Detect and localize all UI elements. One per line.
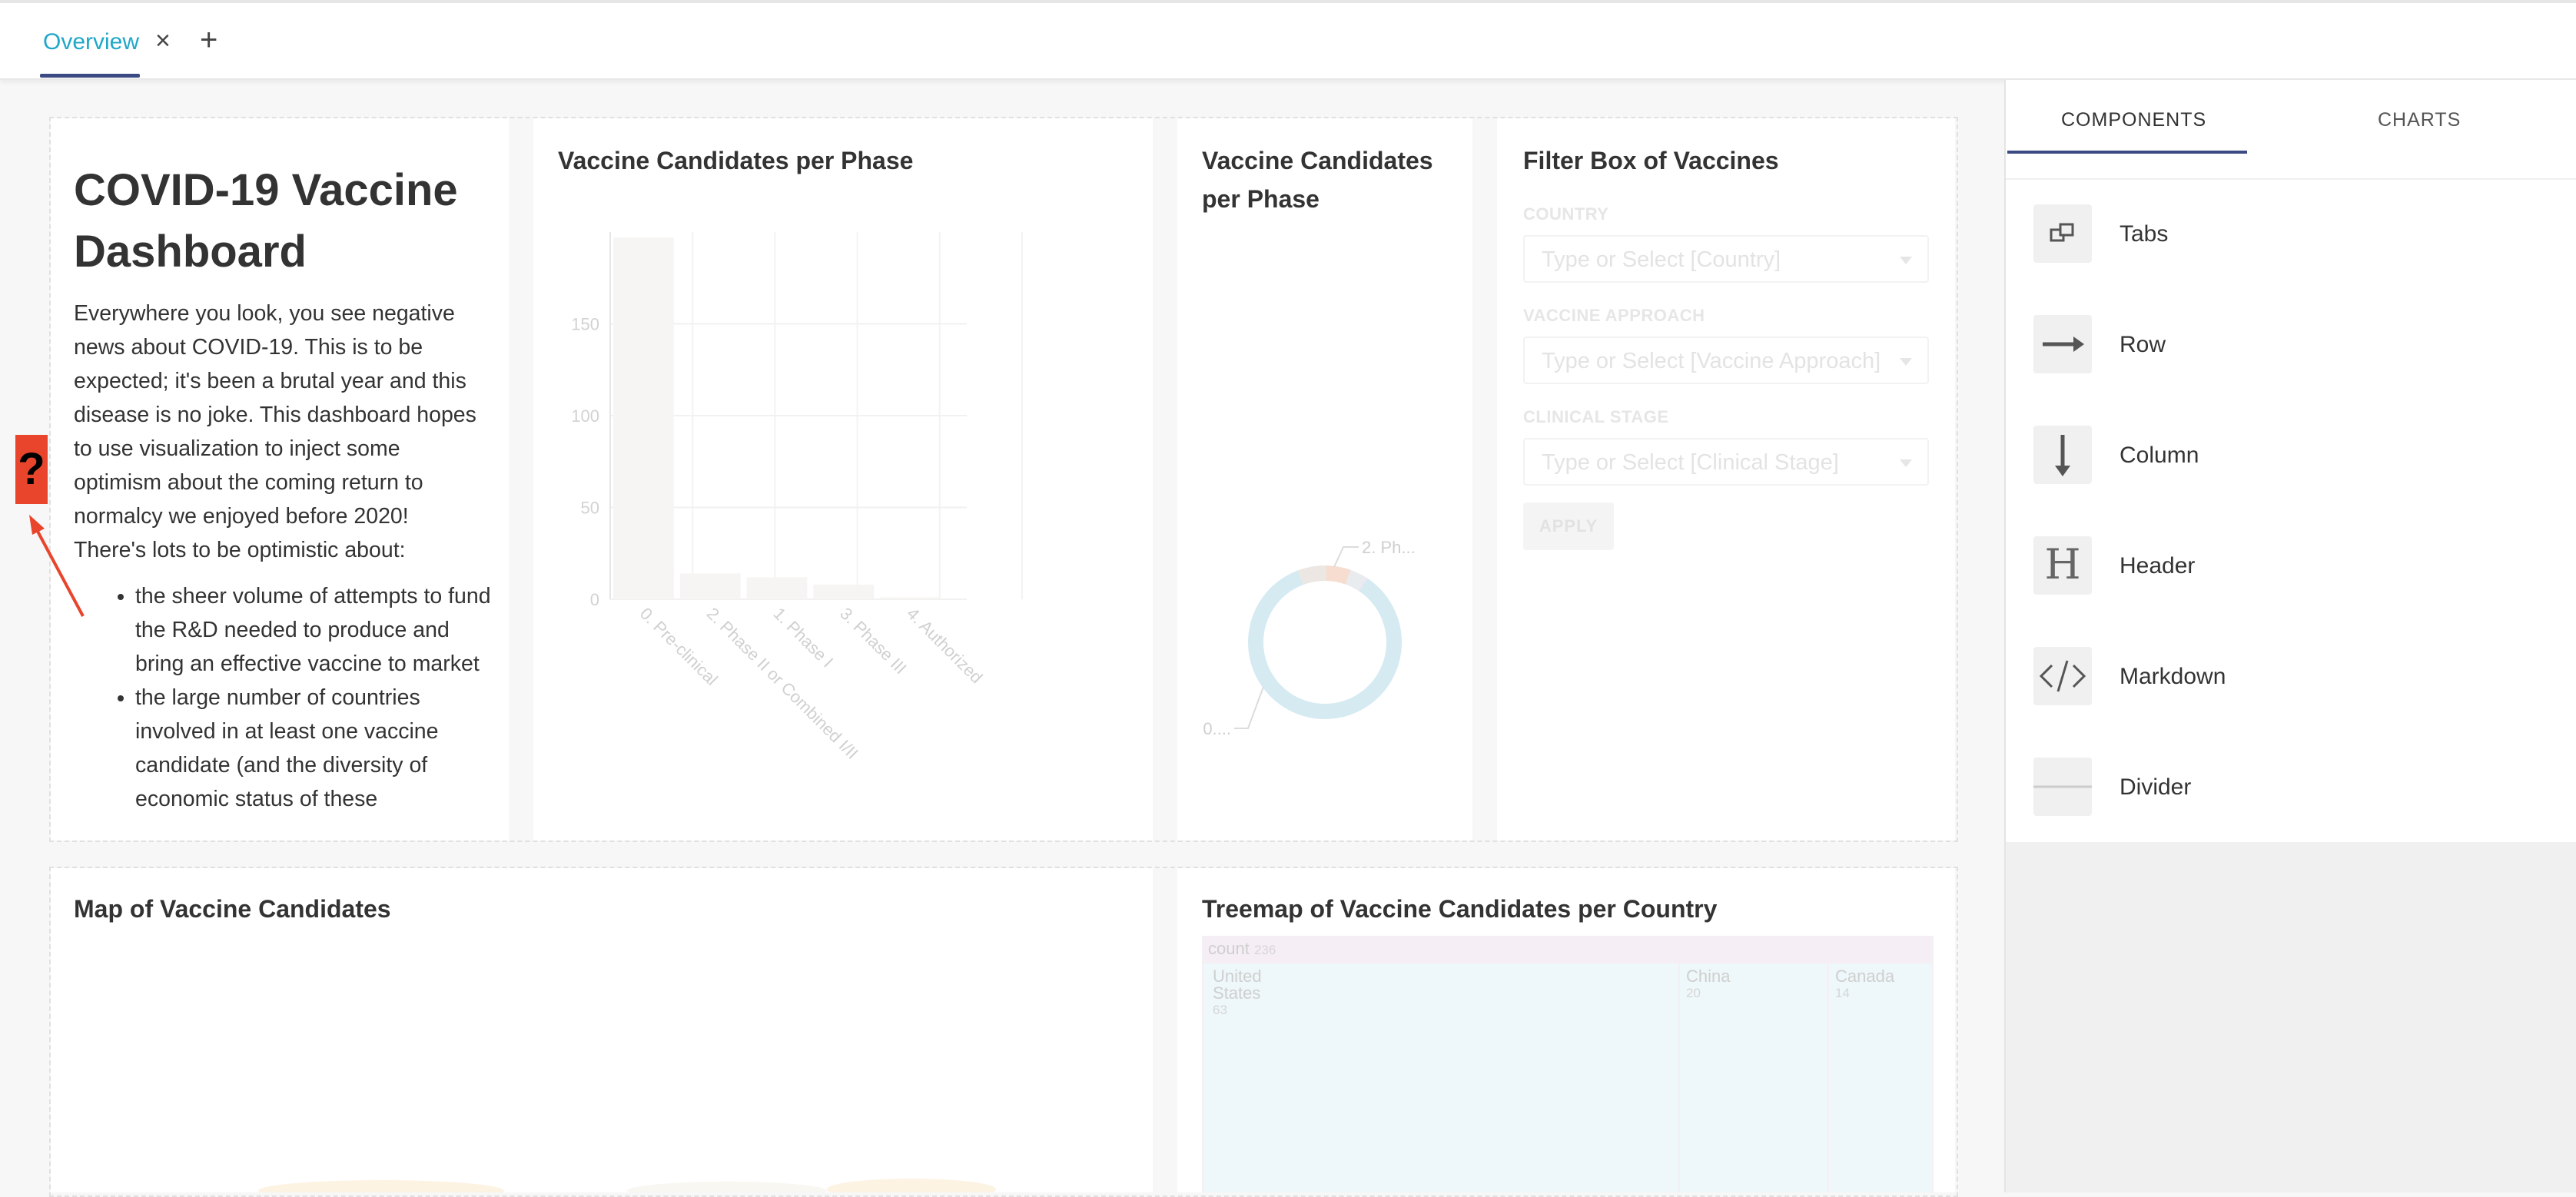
divider-icon [2033, 758, 2092, 816]
component-divider[interactable]: Divider [2033, 758, 2571, 819]
treemap-node-china[interactable]: China 20 [1680, 963, 1827, 1192]
map-title: Map of Vaccine Candidates [74, 895, 391, 923]
code-icon [2033, 647, 2092, 705]
component-label: Markdown [2120, 664, 2226, 689]
map-card[interactable]: Map of Vaccine Candidates [51, 868, 1153, 1192]
bar [813, 584, 875, 599]
treemap-node-label: China 20 [1686, 967, 1731, 1001]
component-label: Header [2120, 553, 2196, 579]
treemap-node-label: Canada 14 [1835, 967, 1895, 1001]
bar [746, 577, 808, 599]
tab-charts[interactable]: CHARTS [2378, 109, 2461, 131]
vaccine-approach-placeholder: Type or Select [Vaccine Approach] [1542, 349, 1881, 373]
x-tick-label: 3. Phase III [836, 604, 910, 678]
markdown-intro: Everywhere you look, you see negative ne… [74, 301, 476, 562]
arrow-right-icon [2033, 315, 2092, 373]
slice-label: 0.... [1203, 719, 1231, 738]
filter-box-card[interactable]: Filter Box of Vaccines COUNTRY Type or S… [1497, 118, 1955, 841]
donut-chart: 2. Ph... 0.... [1203, 538, 1416, 738]
component-markdown[interactable]: Markdown [2033, 647, 2571, 708]
treemap-node-label: United States 63 [1213, 967, 1262, 1018]
pointer-arrow-icon [29, 515, 85, 617]
component-label: Tabs [2120, 221, 2169, 247]
component-label: Divider [2120, 774, 2192, 800]
y-tick-label: 100 [571, 406, 599, 426]
tab-components[interactable]: COMPONENTS [2061, 109, 2206, 131]
country-placeholder: Type or Select [Country] [1542, 247, 1781, 272]
component-tabs[interactable]: Tabs [2033, 204, 2571, 266]
markdown-bullet-list: the sheer volume of attempts to fund the… [112, 579, 496, 816]
apply-button[interactable]: APPLY [1523, 502, 1614, 550]
y-tick-label: 0 [590, 590, 599, 609]
clinical-stage-label: CLINICAL STAGE [1523, 407, 1669, 426]
chevron-down-icon [1900, 257, 1912, 264]
help-question-icon[interactable]: ? [15, 435, 48, 504]
y-tick-label: 150 [571, 315, 599, 334]
tabs-icon [2033, 204, 2092, 263]
country-label: COUNTRY [1523, 204, 1609, 224]
component-label: Column [2120, 443, 2199, 468]
svg-text:H: H [2044, 542, 2080, 589]
pie-chart-card[interactable]: Vaccine Candidates per Phase 2. Ph... 0..… [1177, 118, 1472, 841]
builder-panel-content: COMPONENTS CHARTS Tabs Row Column H Head… [2006, 80, 2576, 842]
clinical-stage-select[interactable]: Type or Select [Clinical Stage] [1523, 438, 1929, 486]
header-icon: H [2033, 536, 2092, 595]
treemap-node-united-states[interactable]: United States 63 [1203, 963, 1678, 1192]
component-column[interactable]: Column [2033, 426, 2571, 487]
dashboard-title: COVID-19 Vaccine Dashboard [74, 165, 458, 277]
active-panel-tab-indicator [2007, 151, 2247, 154]
donut-slice [1248, 570, 1402, 719]
country-select[interactable]: Type or Select [Country] [1523, 235, 1929, 283]
world-map [258, 1179, 996, 1192]
bar [679, 573, 741, 599]
bar-chart-card[interactable]: Vaccine Candidates per Phase 0 50 100 150 0.… [533, 118, 1153, 841]
clinical-stage-placeholder: Type or Select [Clinical Stage] [1542, 450, 1839, 475]
filter-box-title: Filter Box of Vaccines [1523, 147, 1779, 174]
treemap-root-label: count 236 [1208, 939, 1276, 958]
markdown-card[interactable]: COVID-19 Vaccine Dashboard Everywhere yo… [51, 118, 509, 841]
treemap-card[interactable]: Treemap of Vaccine Candidates per Countr… [1177, 868, 1955, 1192]
treemap-root[interactable]: count 236 United States 63 China 20 Cana… [1202, 936, 1934, 1192]
treemap-node-canada[interactable]: Canada 14 [1829, 963, 1932, 1192]
label-leader [1234, 686, 1264, 729]
y-tick-label: 50 [581, 499, 599, 518]
chevron-down-icon [1900, 358, 1912, 366]
list-item: the large number of countries involved i… [135, 681, 496, 816]
chevron-down-icon [1900, 459, 1912, 467]
slice-label: 2. Ph... [1362, 538, 1416, 557]
bar [613, 237, 674, 599]
component-header[interactable]: H Header [2033, 536, 2571, 598]
list-item: the sheer volume of attempts to fund the… [135, 579, 496, 681]
component-label: Row [2120, 332, 2166, 357]
vaccine-approach-label: VACCINE APPROACH [1523, 306, 1705, 325]
x-tick-label: 4. Authorized [903, 604, 986, 687]
bar [880, 597, 941, 599]
tab-overview-label: Overview [43, 29, 140, 55]
divider [2006, 178, 2576, 180]
vaccine-approach-select[interactable]: Type or Select [Vaccine Approach] [1523, 337, 1929, 384]
component-row[interactable]: Row [2033, 315, 2571, 376]
close-tab-icon[interactable]: × [155, 26, 171, 56]
x-tick-label: 1. Phase I [769, 604, 837, 671]
active-tab-indicator [40, 74, 140, 78]
bar-chart: 0501001500. Pre-clinical2. Phase II or C… [571, 232, 1023, 763]
label-leader [1333, 546, 1359, 568]
builder-panel: COMPONENTS CHARTS Tabs Row Column H Head… [2004, 80, 2576, 1192]
add-tab-button[interactable]: + [200, 23, 217, 58]
dashboard-tab-bar: Overview × + [0, 0, 2576, 80]
arrow-down-icon [2033, 426, 2092, 484]
treemap-title: Treemap of Vaccine Candidates per Countr… [1202, 895, 1718, 923]
